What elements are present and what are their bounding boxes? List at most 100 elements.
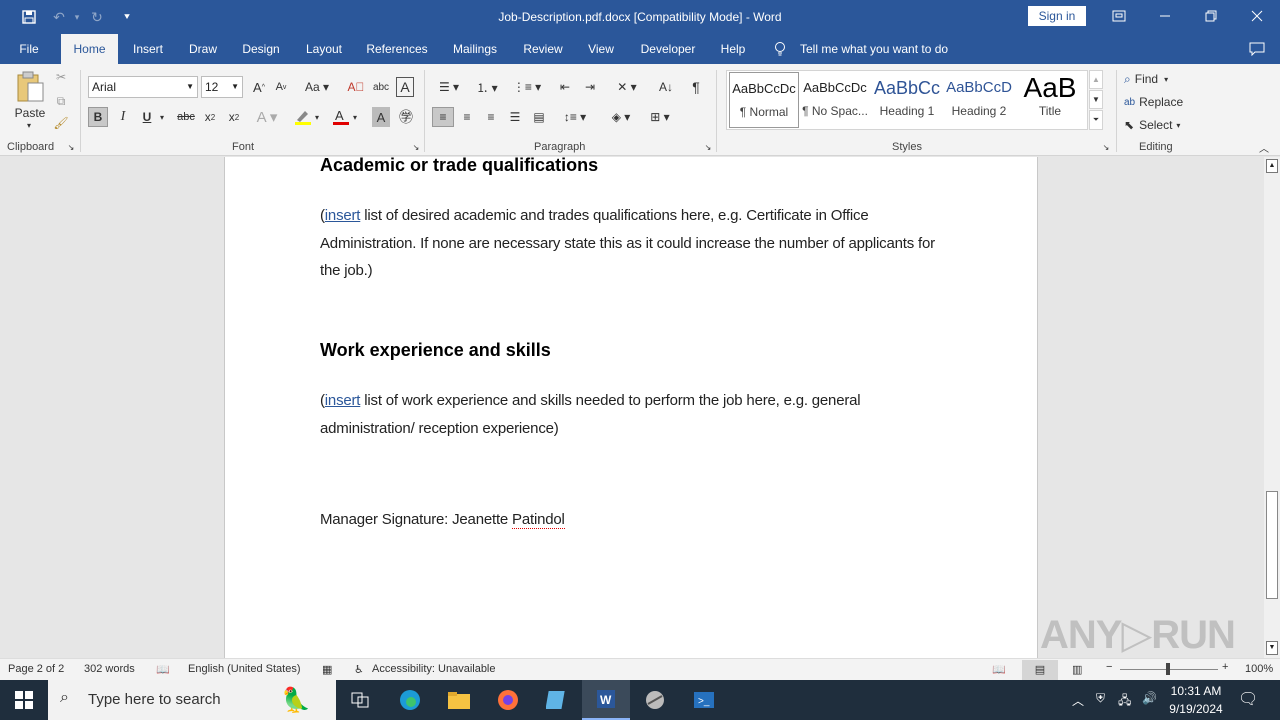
asian-layout-icon[interactable]: ✕ ▾ xyxy=(610,77,644,97)
numbering-icon[interactable]: ⒈ ▾ xyxy=(470,77,504,97)
borders-icon[interactable]: ⊞ ▾ xyxy=(642,107,678,127)
show-hidden-icons[interactable]: ︿ xyxy=(1072,692,1084,709)
print-layout-icon[interactable]: ▤ xyxy=(1022,660,1058,680)
align-center-icon[interactable]: ≡ xyxy=(456,107,478,127)
web-layout-icon[interactable]: ▥ xyxy=(1072,663,1082,676)
shrink-font-icon[interactable]: Av xyxy=(272,77,290,97)
zoom-slider-thumb[interactable] xyxy=(1166,663,1170,675)
bullets-icon[interactable]: ☰ ▾ xyxy=(432,77,466,97)
page-count[interactable]: Page 2 of 2 xyxy=(8,663,64,675)
align-left-icon[interactable]: ≡ xyxy=(432,107,454,127)
decrease-indent-icon[interactable]: ⇤ xyxy=(555,77,575,97)
network-icon[interactable]: 🖧 xyxy=(1118,691,1131,712)
show-formatting-marks-icon[interactable]: ¶ xyxy=(686,77,706,97)
accessibility-status[interactable]: Accessibility: Unavailable xyxy=(372,663,496,675)
minimize-icon[interactable] xyxy=(1142,0,1188,32)
ribbon-display-options-icon[interactable] xyxy=(1096,0,1142,32)
close-icon[interactable] xyxy=(1234,0,1280,32)
change-case-icon[interactable]: Aa ▾ xyxy=(302,77,332,97)
styles-launcher-icon[interactable]: ↘ xyxy=(1101,142,1111,152)
style-heading-1[interactable]: AaBbCc Heading 1 xyxy=(873,72,941,128)
powershell-icon[interactable]: >_ xyxy=(680,680,728,720)
text-effects-icon[interactable]: A ▾ xyxy=(254,107,280,127)
styles-scroll-down-icon[interactable]: ▼ xyxy=(1089,90,1103,109)
enclose-characters-icon[interactable]: ㊫ xyxy=(396,107,416,127)
app-icon[interactable] xyxy=(631,680,679,720)
line-spacing-icon[interactable]: ↕≡ ▾ xyxy=(558,107,592,127)
select-button[interactable]: ⬉ Select ▾ xyxy=(1124,116,1190,134)
clock-time[interactable]: 10:31 AM xyxy=(1168,684,1224,698)
tab-file[interactable]: File xyxy=(8,34,50,64)
tab-help[interactable]: Help xyxy=(714,34,752,64)
sign-in-button[interactable]: Sign in xyxy=(1028,6,1086,26)
replace-button[interactable]: ab Replace xyxy=(1124,93,1190,111)
style-normal[interactable]: AaBbCcDc ¶ Normal xyxy=(729,72,799,128)
styles-scroll-up-icon[interactable]: ▲ xyxy=(1089,70,1103,89)
font-name-select[interactable]: Arial ▼ xyxy=(88,76,198,98)
italic-button[interactable]: I xyxy=(114,107,132,127)
text-predictions-icon[interactable]: ▦ xyxy=(322,663,332,676)
copy-icon[interactable]: ⧉ xyxy=(52,92,70,110)
collapse-ribbon-icon[interactable]: ︿ xyxy=(1256,140,1272,155)
tab-mailings[interactable]: Mailings xyxy=(446,34,504,64)
clear-formatting-icon[interactable]: A⃠ xyxy=(346,77,366,97)
paste-icon[interactable] xyxy=(12,68,48,104)
word-count[interactable]: 302 words xyxy=(84,663,135,675)
bold-button[interactable]: B xyxy=(88,107,108,127)
find-button[interactable]: ⌕ Find ▾ xyxy=(1124,70,1190,88)
style-no-spacing[interactable]: AaBbCcDc ¶ No Spac... xyxy=(801,72,869,128)
tell-me-search[interactable]: Tell me what you want to do xyxy=(800,34,960,64)
sort-icon[interactable]: A↓ xyxy=(656,77,676,97)
tab-insert[interactable]: Insert xyxy=(124,34,172,64)
notepad-icon[interactable] xyxy=(533,680,581,720)
zoom-out-icon[interactable]: − xyxy=(1106,661,1112,673)
scroll-down-icon[interactable]: ▼ xyxy=(1266,641,1278,655)
redo-icon[interactable]: ↻ xyxy=(86,7,108,27)
underline-dropdown-icon[interactable]: ▾ xyxy=(157,107,167,127)
grow-font-icon[interactable]: A ^ xyxy=(250,77,268,97)
tab-view[interactable]: View xyxy=(582,34,620,64)
tab-home[interactable]: Home xyxy=(61,34,118,64)
language-status[interactable]: English (United States) xyxy=(188,663,301,675)
scroll-thumb[interactable] xyxy=(1266,491,1278,599)
highlight-color-icon[interactable]: ▾ xyxy=(292,107,324,127)
character-shading-icon[interactable]: A xyxy=(372,107,390,127)
paste-dropdown-icon[interactable]: ▾ xyxy=(22,120,36,130)
shading-icon[interactable]: ◈ ▾ xyxy=(604,107,638,127)
comments-icon[interactable] xyxy=(1244,34,1270,64)
proofing-icon[interactable]: 📖 xyxy=(156,663,170,676)
justify-icon[interactable]: ☰ xyxy=(504,107,526,127)
tab-draw[interactable]: Draw xyxy=(180,34,226,64)
read-mode-icon[interactable]: 📖 xyxy=(992,663,1006,676)
notifications-icon[interactable]: 🗨 xyxy=(1238,689,1258,709)
paste-button[interactable]: Paste xyxy=(10,106,50,120)
vertical-scrollbar[interactable]: ▲ ▼ xyxy=(1264,157,1280,658)
superscript-button[interactable]: x2 xyxy=(224,107,244,127)
font-size-select[interactable]: 12 ▼ xyxy=(201,76,243,98)
security-icon[interactable]: ⛨ xyxy=(1096,691,1105,706)
tab-references[interactable]: References xyxy=(362,34,432,64)
save-icon[interactable] xyxy=(18,7,40,27)
tab-review[interactable]: Review xyxy=(518,34,568,64)
font-launcher-icon[interactable]: ↘ xyxy=(411,142,421,152)
subscript-button[interactable]: x2 xyxy=(200,107,220,127)
zoom-level[interactable]: 100% xyxy=(1245,663,1273,675)
volume-icon[interactable]: 🔊 xyxy=(1142,691,1157,705)
phonetic-guide-icon[interactable]: abc xyxy=(372,77,390,97)
multilevel-list-icon[interactable]: ⋮≡ ▾ xyxy=(510,77,544,97)
file-explorer-icon[interactable] xyxy=(435,680,483,720)
font-color-icon[interactable]: A ▾ xyxy=(330,107,362,127)
clock-date[interactable]: 9/19/2024 xyxy=(1166,702,1226,716)
scroll-up-icon[interactable]: ▲ xyxy=(1266,159,1278,173)
undo-dropdown-icon[interactable]: ▾ xyxy=(66,7,88,27)
task-view-icon[interactable] xyxy=(336,680,384,720)
tab-design[interactable]: Design xyxy=(234,34,288,64)
restore-icon[interactable] xyxy=(1188,0,1234,32)
distributed-icon[interactable]: ▤ xyxy=(528,107,550,127)
taskbar-search[interactable]: ⌕ Type here to search 🦜 xyxy=(48,680,336,720)
cut-icon[interactable]: ✂ xyxy=(52,68,70,86)
zoom-in-icon[interactable]: + xyxy=(1222,661,1228,673)
firefox-icon[interactable] xyxy=(484,680,532,720)
edge-icon[interactable] xyxy=(386,680,434,720)
tab-layout[interactable]: Layout xyxy=(298,34,350,64)
